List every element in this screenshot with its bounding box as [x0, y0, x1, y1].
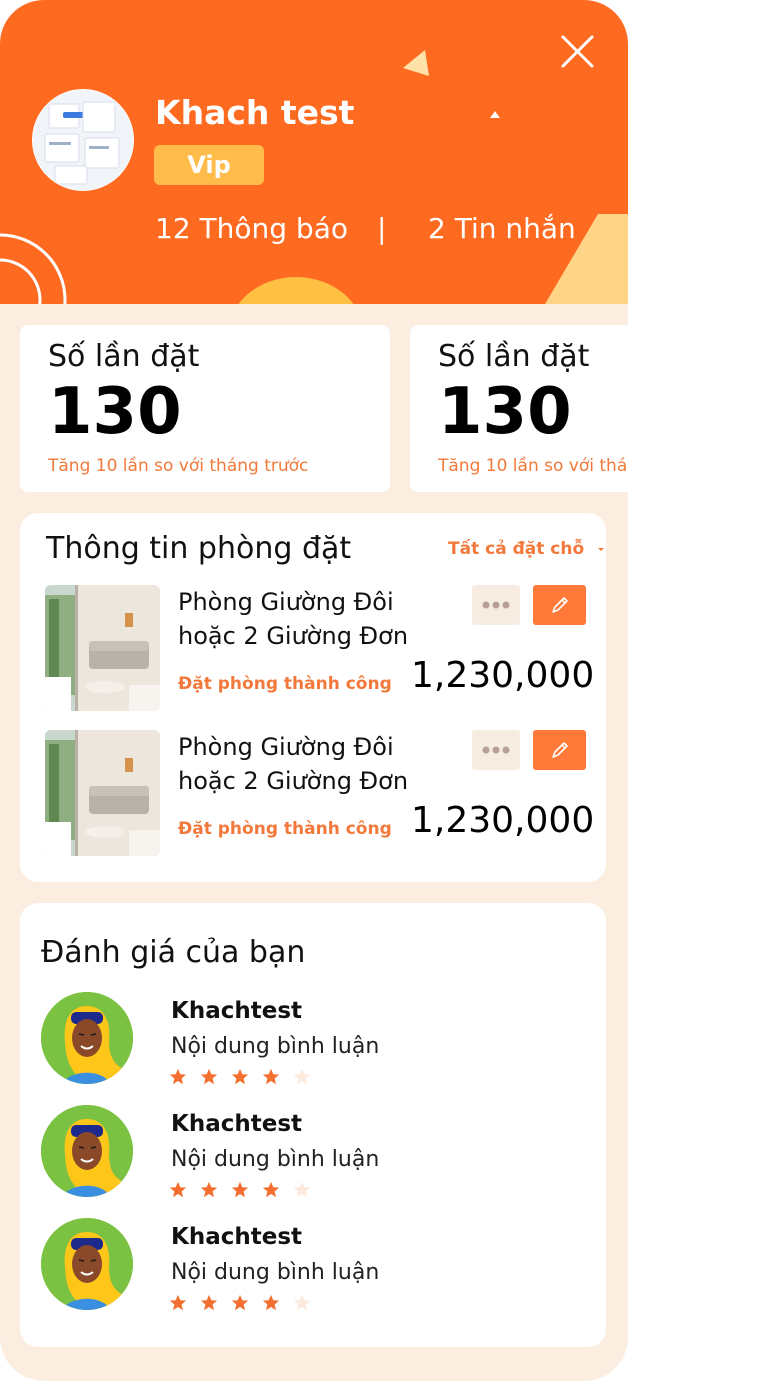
profile-header: Khach test Vip 12 Thông báo | 2 Tin nhắn	[0, 0, 628, 304]
reviewer-name: Khachtest	[171, 998, 303, 1024]
review-text: Nội dung bình luận	[171, 1260, 380, 1285]
booking-price: 1,230,000	[411, 800, 595, 841]
star-filled-icon	[231, 1068, 249, 1085]
review-text: Nội dung bình luận	[171, 1034, 380, 1059]
star-filled-icon	[262, 1181, 280, 1198]
stat-title: Số lần đặt	[438, 339, 590, 374]
messages-link[interactable]: 2 Tin nhắn	[428, 212, 576, 245]
stat-value: 130	[48, 375, 182, 449]
more-options-button[interactable]	[472, 730, 520, 770]
reviewer-avatar	[41, 992, 133, 1084]
review-card: Đánh giá của bạn Khachtest Nội dung bình…	[20, 903, 606, 1347]
room-image	[45, 585, 160, 711]
header-separator: |	[377, 212, 387, 245]
room-image	[45, 730, 160, 856]
user-name: Khach test	[155, 93, 355, 132]
profile-panel: Khach test Vip 12 Thông báo | 2 Tin nhắn…	[0, 0, 628, 1381]
booking-filter-label: Tất cả đặt chỗ	[448, 539, 585, 559]
room-thumbnail	[45, 730, 160, 856]
room-name: Phòng Giường Đôi hoặc 2 Giường Đơn	[178, 588, 409, 650]
star-filled-icon	[231, 1181, 249, 1198]
chevron-down-icon	[598, 548, 605, 551]
room-thumbnail	[45, 585, 160, 711]
booking-price: 1,230,000	[411, 655, 595, 696]
star-filled-icon	[200, 1181, 218, 1198]
stat-note: Tăng 10 lần so với tháng trước	[438, 456, 628, 476]
edit-button[interactable]	[533, 585, 586, 625]
booking-status: Đặt phòng thành công	[178, 674, 392, 694]
review-rating	[169, 1181, 324, 1199]
booking-item[interactable]: Phòng Giường Đôi hoặc 2 Giường Đơn Đặt p…	[45, 730, 594, 856]
star-filled-icon	[200, 1294, 218, 1311]
booking-item[interactable]: Phòng Giường Đôi hoặc 2 Giường Đơn Đặt p…	[45, 585, 594, 711]
pencil-icon	[551, 597, 568, 613]
reviewer-avatar	[41, 1105, 133, 1197]
booking-status: Đặt phòng thành công	[178, 819, 392, 839]
reviewer-avatar-image	[41, 1218, 133, 1310]
star-empty-icon	[293, 1068, 311, 1085]
avatar[interactable]	[32, 89, 134, 191]
star-empty-icon	[293, 1294, 311, 1311]
booking-section-title: Thông tin phòng đặt	[46, 531, 352, 566]
reviewer-avatar-image	[41, 992, 133, 1084]
pencil-icon	[551, 742, 568, 758]
booking-filter-dropdown[interactable]: Tất cả đặt chỗ	[448, 539, 608, 559]
vip-badge: Vip	[154, 145, 264, 185]
star-filled-icon	[262, 1068, 280, 1085]
review-section-title: Đánh giá của bạn	[41, 935, 306, 970]
room-name: Phòng Giường Đôi hoặc 2 Giường Đơn	[178, 733, 409, 795]
stat-title: Số lần đặt	[48, 339, 200, 374]
more-options-button[interactable]	[472, 585, 520, 625]
reviewer-name: Khachtest	[171, 1111, 303, 1137]
review-item: Khachtest Nội dung bình luận	[41, 1105, 581, 1201]
stat-note: Tăng 10 lần so với tháng trước	[48, 456, 309, 476]
more-dots-icon	[482, 601, 510, 609]
star-filled-icon	[262, 1294, 280, 1311]
star-filled-icon	[200, 1068, 218, 1085]
avatar-image	[33, 90, 133, 190]
reviewer-avatar-image	[41, 1105, 133, 1197]
notifications-link[interactable]: 12 Thông báo	[155, 212, 348, 245]
star-filled-icon	[231, 1294, 249, 1311]
stat-card: Số lần đặt 130 Tăng 10 lần so với tháng …	[20, 325, 390, 492]
edit-button[interactable]	[533, 730, 586, 770]
review-rating	[169, 1068, 324, 1086]
star-filled-icon	[169, 1181, 187, 1198]
star-filled-icon	[169, 1068, 187, 1085]
stat-value: 130	[438, 375, 572, 449]
star-empty-icon	[293, 1181, 311, 1198]
more-dots-icon	[482, 746, 510, 754]
booking-card: Thông tin phòng đặt Tất cả đặt chỗ Phòng…	[20, 513, 606, 882]
stat-card: Số lần đặt 130 Tăng 10 lần so với tháng …	[410, 325, 628, 492]
review-item: Khachtest Nội dung bình luận	[41, 1218, 581, 1314]
reviewer-name: Khachtest	[171, 1224, 303, 1250]
close-icon	[561, 35, 594, 68]
review-rating	[169, 1294, 324, 1312]
review-text: Nội dung bình luận	[171, 1147, 380, 1172]
close-button[interactable]	[558, 32, 596, 70]
reviewer-avatar	[41, 1218, 133, 1310]
star-filled-icon	[169, 1294, 187, 1311]
review-item: Khachtest Nội dung bình luận	[41, 992, 581, 1088]
